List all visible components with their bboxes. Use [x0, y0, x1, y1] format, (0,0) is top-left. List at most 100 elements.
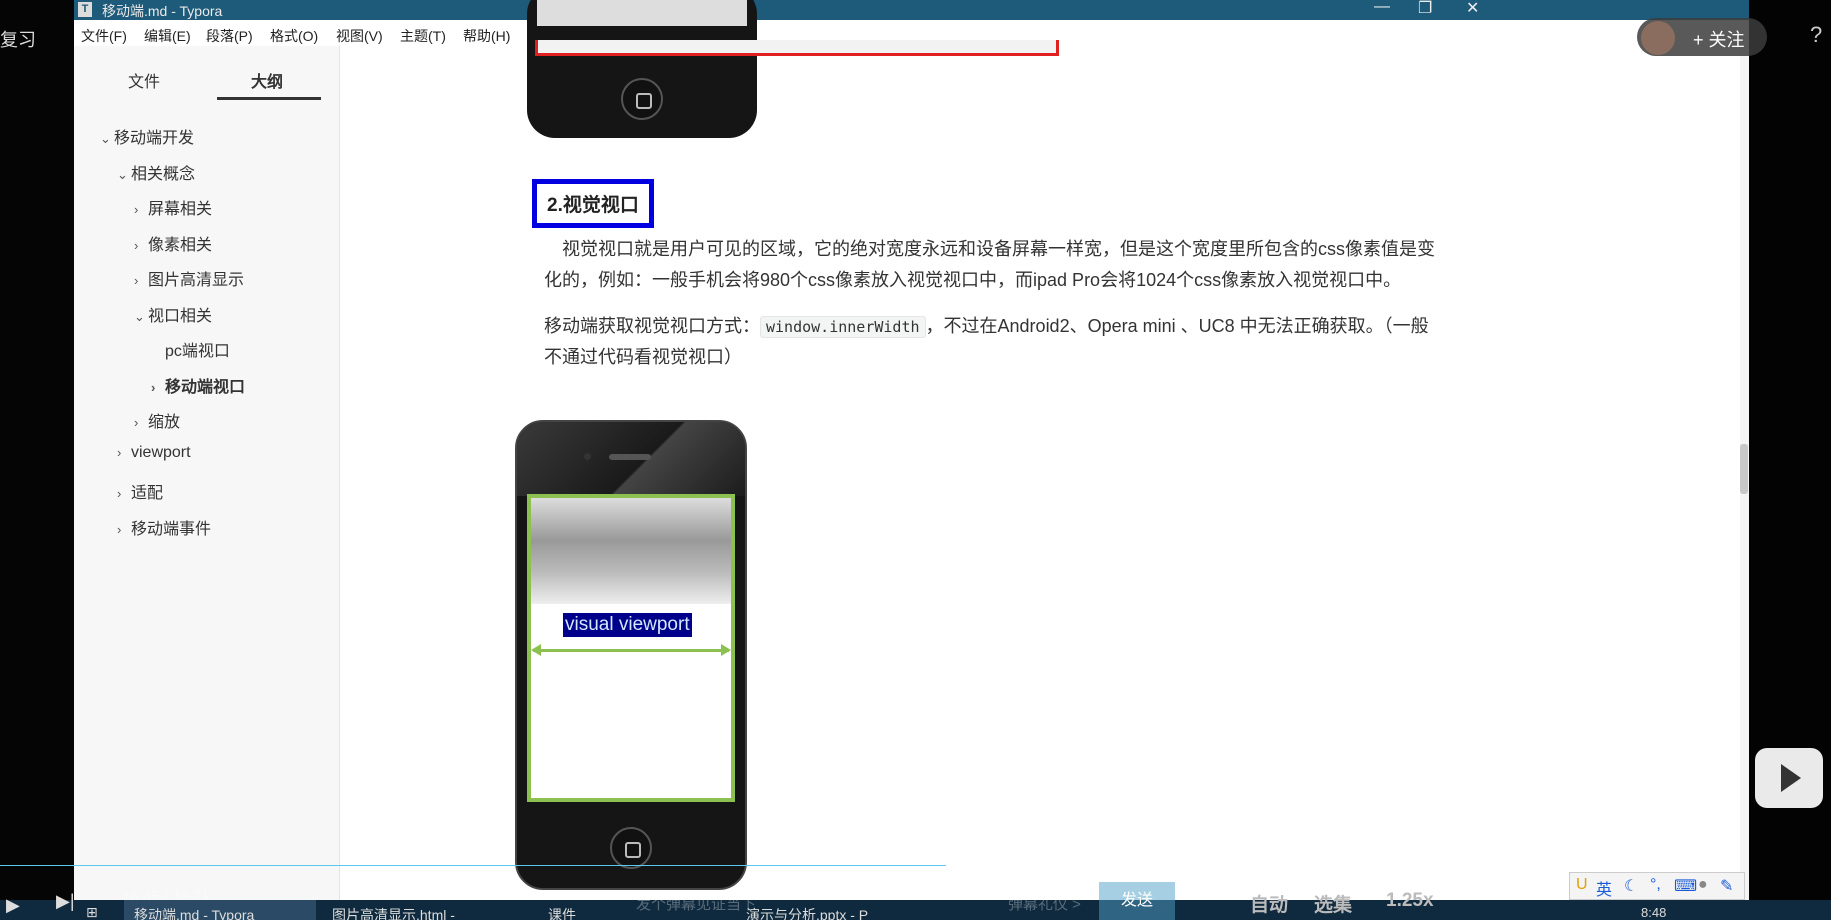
- user-icon[interactable]: ●: [1698, 876, 1708, 894]
- editor-area[interactable]: 2.视觉视口 视觉视口就是用户可见的区域，它的绝对宽度永远和设备屏幕一样宽，但是…: [341, 0, 1749, 900]
- speaker-icon: [609, 454, 651, 460]
- video-progress-bar[interactable]: [0, 865, 946, 866]
- home-button-icon: [621, 78, 663, 120]
- chevron-right-icon: ›: [117, 522, 122, 537]
- review-label: 复习: [0, 30, 36, 50]
- arrow-right-icon: [721, 644, 731, 656]
- red-layout-frame: [535, 40, 1059, 56]
- arrow-left-icon: [531, 644, 541, 656]
- outline-label: viewport: [131, 444, 191, 461]
- ime-language[interactable]: 英: [1596, 876, 1612, 900]
- window-title: 移动端.md - Typora: [102, 3, 223, 19]
- paragraph-1-line-2: 化的，例如：一般手机会将980个css像素放入视觉视口中，而ipad Pro会将…: [544, 270, 1402, 290]
- punctuation-icon[interactable]: °,: [1650, 876, 1661, 894]
- outline-item-viewport[interactable]: › viewport: [117, 444, 191, 462]
- typora-app-icon: T: [78, 2, 92, 17]
- outline-label: 移动端开发: [114, 130, 195, 147]
- menu-edit[interactable]: 编辑(E): [144, 26, 191, 46]
- menu-paragraph[interactable]: 段落(P): [206, 26, 253, 46]
- menu-help[interactable]: 帮助(H): [463, 26, 510, 46]
- keyboard-icon[interactable]: ⌨: [1674, 876, 1697, 896]
- webpage-thumbnail: [531, 498, 731, 604]
- chevron-down-icon: ⌄: [134, 309, 145, 324]
- chevron-right-icon: ›: [134, 202, 139, 217]
- chevron-down-icon: ⌄: [100, 131, 111, 146]
- outline-item-adapt[interactable]: › 适配: [117, 479, 163, 503]
- outline-label: 屏幕相关: [148, 201, 213, 218]
- paragraph-2-line-1: 移动端获取视觉视口方式： window.innerWidth ，不过在Android…: [544, 311, 1429, 343]
- menu-view[interactable]: 视图(V): [336, 26, 383, 46]
- close-button[interactable]: ✕: [1466, 0, 1479, 18]
- danmaku-etiquette-link[interactable]: 弹幕礼仪 >: [1008, 893, 1081, 914]
- feedback-icon[interactable]: ?: [1810, 22, 1822, 48]
- chevron-right-icon: ›: [151, 380, 156, 395]
- outline-label: 适配: [131, 485, 164, 502]
- outline-label: 移动端视口: [165, 379, 246, 396]
- outline-item-zoom[interactable]: › 缩放: [134, 408, 180, 432]
- taskbar-typora[interactable]: 移动端.md - Typora: [134, 905, 254, 920]
- outline-label: pc端视口: [165, 343, 230, 360]
- width-arrow: [533, 649, 729, 652]
- episode-select-button[interactable]: 选集: [1314, 890, 1352, 917]
- taskbar-vscode[interactable]: 图片高清显示.html -: [332, 905, 455, 920]
- send-danmaku-button[interactable]: 发送: [1099, 882, 1175, 920]
- phone-image: visual viewport: [515, 420, 747, 890]
- outline-label: 图片高清显示: [148, 272, 245, 289]
- tab-outline[interactable]: 大纲: [251, 68, 283, 92]
- menu-format[interactable]: 格式(O): [270, 26, 318, 46]
- chevron-right-icon: ›: [134, 415, 139, 430]
- active-tab-indicator: [217, 97, 321, 100]
- ime-toolbar[interactable]: U 英 ☾ °, ⌨ ● ✎: [1569, 872, 1745, 900]
- menu-theme[interactable]: 主题(T): [400, 26, 446, 46]
- next-icon[interactable]: ▶|: [56, 891, 75, 912]
- chevron-right-icon: ›: [117, 486, 122, 501]
- outline-item-mobile-viewport[interactable]: › 移动端视口: [151, 373, 245, 397]
- danmaku-input[interactable]: 发个弹幕见证当下: [636, 893, 756, 914]
- taskbar-powerpoint[interactable]: 演示与分析.pptx - P: [746, 905, 868, 920]
- playback-speed-button[interactable]: 1.25x: [1386, 890, 1434, 912]
- follow-button[interactable]: + 关注: [1637, 18, 1767, 56]
- avatar: [1641, 21, 1675, 55]
- outline-item-concepts[interactable]: ⌄ 相关概念: [117, 160, 195, 184]
- scrollbar-thumb[interactable]: [1740, 444, 1748, 494]
- outline-item-screen[interactable]: › 屏幕相关: [134, 195, 212, 219]
- sidebar: 文件 大纲 ⌄ 移动端开发 ⌄ 相关概念 › 屏幕相关 › 像素相关 › 图片高清显示 ⌄…: [74, 46, 340, 900]
- outline-item-pixel[interactable]: › 像素相关: [134, 231, 212, 255]
- paragraph-text: 移动端获取视觉视口方式：: [544, 316, 760, 336]
- play-icon[interactable]: ▶: [6, 895, 20, 916]
- windows-start-icon[interactable]: ⊞: [86, 904, 98, 920]
- outline-item-hd-image[interactable]: › 图片高清显示: [134, 266, 244, 290]
- chevron-right-icon: ›: [134, 273, 139, 288]
- outline-label: 移动端事件: [131, 521, 212, 538]
- moon-icon[interactable]: ☾: [1624, 876, 1638, 896]
- outline-item-viewport-related[interactable]: ⌄ 视口相关: [134, 302, 212, 326]
- typora-window: T 移动端.md - Typora — ❐ ✕ 文件(F) 编辑(E) 段落(P…: [74, 0, 1749, 900]
- home-button-icon: [610, 827, 652, 869]
- outline-label: 缩放: [148, 414, 181, 431]
- ime-logo-icon: U: [1576, 876, 1588, 893]
- chevron-right-icon: ›: [134, 238, 139, 253]
- paragraph-1-line-1: 视觉视口就是用户可见的区域，它的绝对宽度永远和设备屏幕一样宽，但是这个宽度里所包…: [544, 234, 1435, 265]
- chevron-right-icon: ›: [117, 445, 122, 460]
- player-left-strip: 复习: [0, 0, 74, 920]
- section-heading: 2.视觉视口: [532, 179, 654, 228]
- phone-screen-top: [537, 0, 747, 26]
- outline-item-pc-viewport[interactable]: pc端视口: [151, 337, 230, 361]
- outline-label: 像素相关: [148, 237, 213, 254]
- chevron-down-icon: ⌄: [117, 167, 128, 182]
- auto-quality-button[interactable]: 自动: [1250, 890, 1288, 917]
- wrench-icon[interactable]: ✎: [1720, 876, 1733, 896]
- taskbar-folder[interactable]: 课件: [548, 905, 576, 920]
- menu-file[interactable]: 文件(F): [81, 26, 127, 46]
- bilibili-tv-icon[interactable]: [1755, 748, 1823, 808]
- tab-files[interactable]: 文件: [128, 68, 160, 92]
- phone-image-top: [527, 0, 757, 138]
- outline-item-mobile-dev[interactable]: ⌄ 移动端开发: [100, 124, 194, 148]
- restore-button[interactable]: ❐: [1418, 0, 1432, 18]
- visual-viewport-screen: visual viewport: [527, 494, 735, 802]
- paragraph-text: ，不过在Android2、Opera mini 、UC8 中无法正确获取。（一般: [925, 316, 1429, 336]
- outline-item-mobile-events[interactable]: › 移动端事件: [117, 515, 211, 539]
- follow-label: + 关注: [1693, 30, 1745, 50]
- outline-label: 相关概念: [131, 166, 196, 183]
- minimize-button[interactable]: —: [1374, 0, 1390, 16]
